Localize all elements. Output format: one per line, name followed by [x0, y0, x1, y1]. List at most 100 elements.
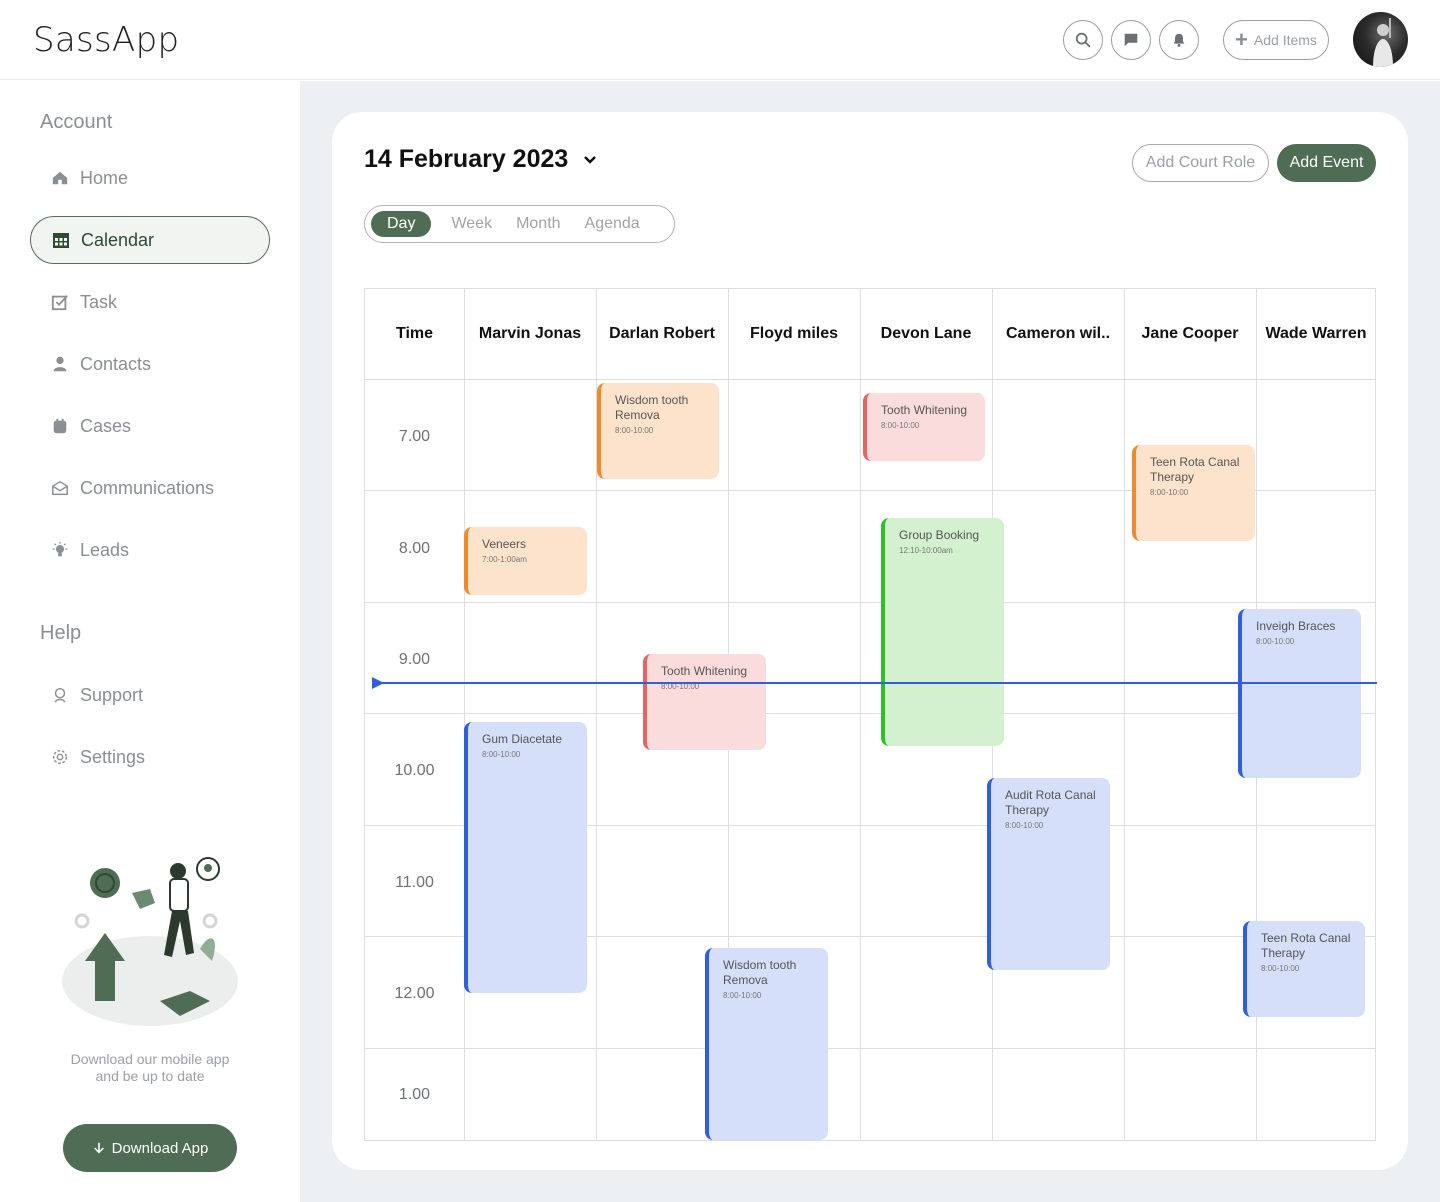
event-card[interactable]: Audit Rota Canal Therapy 8:00-10:00	[987, 778, 1110, 970]
add-event-button[interactable]: Add Event	[1277, 144, 1376, 182]
event-time: 8:00-10:00	[615, 426, 654, 435]
column-header[interactable]: Darlan Robert	[596, 289, 728, 379]
grid-line	[464, 289, 465, 1140]
sidebar-item-home[interactable]: Home	[30, 154, 270, 202]
view-tabs: Day Week Month Agenda	[364, 205, 675, 243]
help-section-title: Help	[40, 622, 82, 644]
event-time: 8:00-10:00	[482, 750, 521, 759]
sidebar-item-cases[interactable]: Cases	[30, 402, 270, 450]
support-icon	[50, 685, 70, 705]
sidebar-item-leads[interactable]: Leads	[30, 526, 270, 574]
sidebar-item-label: Home	[80, 167, 129, 188]
add-items-button[interactable]: + Add Items	[1223, 20, 1329, 60]
event-time: 7:00-1:00am	[482, 555, 527, 564]
plus-icon: +	[1235, 27, 1248, 52]
grid-line	[365, 713, 1375, 714]
mobile-app-illustration	[60, 851, 240, 1031]
event-time: 12:10-10:00am	[899, 546, 953, 555]
grid-line	[365, 1048, 1375, 1049]
time-label: 1.00	[398, 1086, 431, 1103]
sidebar-item-label: Cases	[80, 415, 132, 436]
grid-line	[365, 379, 1375, 380]
sidebar: Account Home Calendar Task Contacts Case…	[0, 81, 300, 1202]
event-time: 8:00-10:00	[1256, 637, 1295, 646]
promo-line-1: Download our mobile app	[70, 1051, 230, 1067]
event-card[interactable]: Tooth Whitening 8:00-10:00	[643, 654, 766, 750]
event-title: Wisdom tooth Remova	[723, 958, 797, 987]
notifications-button[interactable]	[1159, 20, 1199, 60]
sidebar-item-label: Settings	[80, 746, 146, 767]
event-title: Teen Rota Canal Therapy	[1150, 455, 1240, 484]
event-card[interactable]: Veneers 7:00-1:00am	[464, 527, 587, 595]
download-app-button[interactable]: Download App	[63, 1124, 237, 1172]
promo-text: Download our mobile app and be up to dat…	[40, 1051, 260, 1085]
home-icon	[50, 168, 70, 188]
arrow-down-icon	[93, 1142, 104, 1154]
event-title: Tooth Whitening	[661, 664, 748, 678]
lightbulb-icon	[50, 540, 70, 560]
add-items-label: Add Items	[1253, 32, 1317, 48]
sidebar-item-label: Contacts	[80, 353, 152, 374]
tab-agenda[interactable]: Agenda	[573, 211, 652, 237]
chat-icon	[1124, 33, 1138, 47]
grid-line	[1124, 289, 1125, 1140]
tab-month[interactable]: Month	[504, 211, 572, 237]
schedule-grid: Time Marvin Jonas Darlan Robert Floyd mi…	[364, 288, 1377, 1141]
event-card[interactable]: Teen Rota Canal Therapy 8:00-10:00	[1243, 921, 1365, 1017]
bell-icon	[1173, 33, 1185, 47]
time-label: 12.00	[394, 985, 435, 1002]
column-header[interactable]: Marvin Jonas	[464, 289, 596, 379]
current-time-marker	[372, 677, 384, 689]
column-header[interactable]: Jane Cooper	[1124, 289, 1256, 379]
sidebar-item-support[interactable]: Support	[30, 671, 270, 719]
event-card[interactable]: Teen Rota Canal Therapy 8:00-10:00	[1132, 445, 1255, 541]
column-header[interactable]: Wade Warren	[1256, 289, 1376, 379]
current-date: 14 February 2023	[364, 145, 569, 173]
grid-line	[365, 602, 1375, 603]
date-picker[interactable]: 14 February 2023	[364, 145, 598, 174]
calendar-card: 14 February 2023 Add Court Role Add Even…	[332, 112, 1408, 1170]
event-title: Gum Diacetate	[482, 732, 563, 746]
event-title: Wisdom tooth Remova	[615, 393, 689, 422]
search-button[interactable]	[1063, 20, 1103, 60]
sidebar-item-communications[interactable]: Communications	[30, 464, 270, 512]
event-card[interactable]: Wisdom tooth Remova 8:00-10:00	[705, 948, 828, 1140]
event-card[interactable]: Tooth Whitening 8:00-10:00	[863, 393, 985, 461]
time-label: 7.00	[398, 428, 431, 445]
column-header[interactable]: Floyd miles	[728, 289, 860, 379]
task-icon	[50, 292, 70, 312]
event-title: Group Booking	[899, 528, 980, 542]
event-card[interactable]: Wisdom tooth Remova 8:00-10:00	[597, 383, 719, 479]
time-label: 11.00	[395, 874, 434, 891]
tab-day[interactable]: Day	[371, 211, 432, 237]
event-title: Inveigh Braces	[1256, 619, 1336, 633]
avatar-photo	[1373, 18, 1393, 67]
search-icon	[1075, 32, 1091, 48]
event-title: Veneers	[482, 537, 527, 551]
sidebar-item-label: Leads	[80, 539, 130, 560]
event-card[interactable]: Group Booking 12:10-10:00am	[881, 518, 1004, 746]
sidebar-item-calendar[interactable]: Calendar	[30, 216, 270, 264]
event-title: Tooth Whitening	[881, 403, 968, 417]
chevron-down-icon	[584, 155, 597, 164]
sidebar-item-settings[interactable]: Settings	[30, 733, 270, 781]
main-area: 14 February 2023 Add Court Role Add Even…	[300, 81, 1440, 1202]
add-court-role-button[interactable]: Add Court Role	[1132, 144, 1269, 182]
tab-week[interactable]: Week	[439, 211, 504, 237]
app-logo[interactable]: SassApp	[33, 20, 179, 60]
event-title: Audit Rota Canal Therapy	[1005, 788, 1096, 817]
gear-icon	[50, 747, 70, 767]
top-bar: SassApp + Add Items	[0, 0, 1440, 80]
sidebar-item-label: Calendar	[81, 229, 155, 250]
user-avatar[interactable]	[1353, 12, 1408, 67]
event-time: 8:00-10:00	[1150, 488, 1189, 497]
sidebar-item-contacts[interactable]: Contacts	[30, 340, 270, 388]
event-card[interactable]: Inveigh Braces 8:00-10:00	[1238, 609, 1361, 778]
column-header[interactable]: Cameron wil..	[992, 289, 1124, 379]
messages-button[interactable]	[1111, 20, 1151, 60]
briefcase-icon	[50, 416, 70, 436]
sidebar-item-task[interactable]: Task	[30, 278, 270, 326]
sidebar-item-label: Communications	[80, 477, 215, 498]
column-header[interactable]: Devon Lane	[860, 289, 992, 379]
event-card[interactable]: Gum Diacetate 8:00-10:00	[464, 722, 587, 993]
